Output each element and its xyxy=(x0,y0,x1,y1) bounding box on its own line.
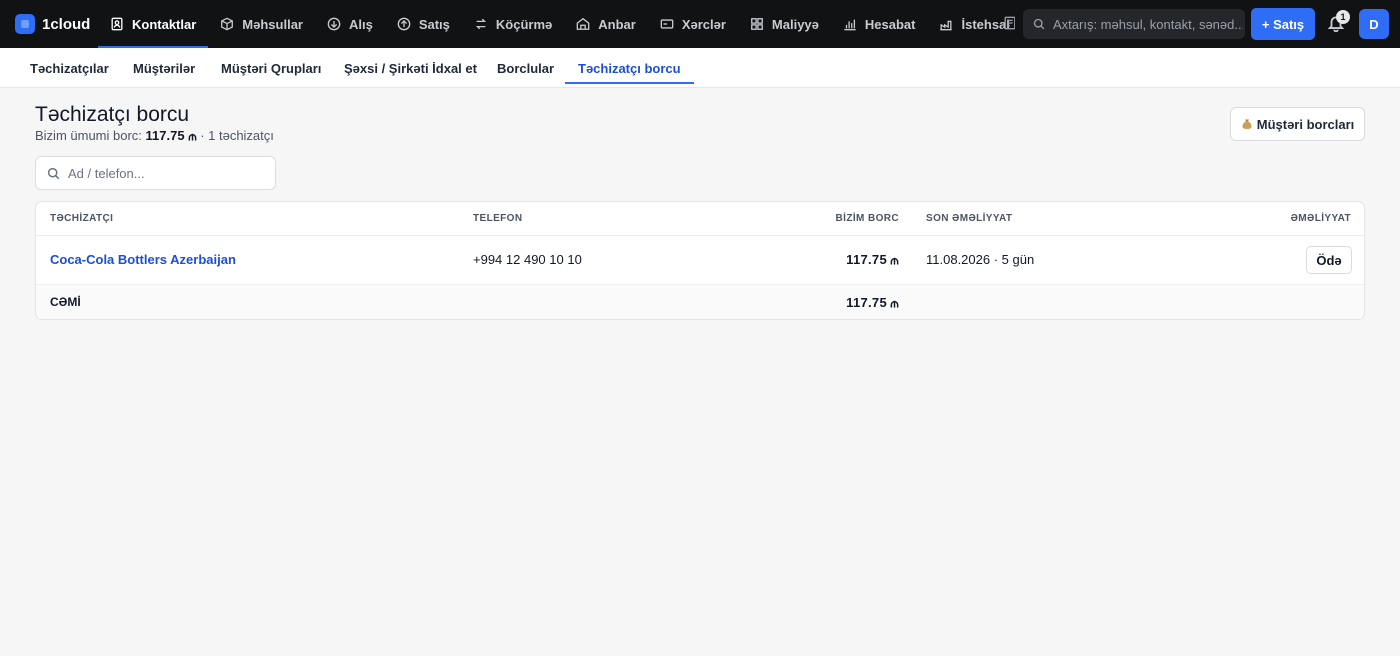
nav-item-anbar[interactable]: Anbar xyxy=(564,0,648,48)
nav-item-label: Maliyyə xyxy=(771,16,819,32)
manat-icon xyxy=(890,257,899,265)
last-operation: 11.08.2026 · 5 gün xyxy=(926,252,1035,267)
filter-search[interactable] xyxy=(35,156,276,190)
table-row: Coca-Cola Bottlers Azerbaijan +994 12 49… xyxy=(36,236,1364,285)
column-header-phone: TELEFON xyxy=(473,213,523,224)
nav-item-kontaktlar[interactable]: Kontaktlar xyxy=(98,0,209,48)
search-input[interactable] xyxy=(1053,16,1243,32)
subtitle-prefix: Bizim ümumi borc: xyxy=(35,128,146,143)
filter-input[interactable] xyxy=(68,165,268,181)
supplier-link[interactable]: Coca-Cola Bottlers Azerbaijan xyxy=(50,252,236,267)
contacts-subnav: Təchizatçılar Müştərilər Müştəri Qruplar… xyxy=(0,48,1400,88)
nav-item-label: Köçürmə xyxy=(495,16,553,32)
nav-item-satis[interactable]: Satış xyxy=(385,0,462,48)
bar-chart-icon xyxy=(844,19,856,31)
column-header-debt: BİZİM BORC xyxy=(835,213,899,224)
money-bag-icon xyxy=(1242,119,1252,129)
warehouse-icon xyxy=(576,17,590,30)
tab-techizatcilar[interactable]: Təchizatçılar xyxy=(30,48,109,88)
manat-icon xyxy=(188,133,196,141)
total-label: CƏMİ xyxy=(50,295,81,309)
nav-item-hesabat[interactable]: Hesabat xyxy=(831,0,928,48)
top-navbar: 1cloud Kontaktlar Məhsullar Alış Satış K… xyxy=(0,0,1400,48)
column-header-action: ƏMƏLİYYAT xyxy=(1290,213,1351,224)
contacts-icon xyxy=(111,17,123,31)
table-header: TƏCHİZATÇI TELEFON BİZİM BORC SON ƏMƏLİY… xyxy=(36,202,1364,236)
tab-idxal[interactable]: Şəxsi / Şirkəti İdxal et xyxy=(344,48,477,88)
new-sale-button[interactable]: + Satış xyxy=(1251,8,1315,40)
circle-arrow-down-icon xyxy=(327,17,341,31)
circle-arrow-up-icon xyxy=(397,17,411,31)
tab-borclular[interactable]: Borclular xyxy=(497,48,554,88)
debt-value: 117.75 xyxy=(846,252,887,267)
box-icon xyxy=(221,17,234,31)
nav-item-label: Satış xyxy=(418,16,450,32)
supplier-phone: +994 12 490 10 10 xyxy=(473,252,582,267)
tab-techizatci-borcu[interactable]: Təchizatçı borcu xyxy=(565,48,694,88)
subtitle-suffix: · 1 təchizatçı xyxy=(196,128,274,143)
nav-item-xercler[interactable]: Xərclər xyxy=(648,0,738,48)
nav-item-maliyye[interactable]: Maliyyə xyxy=(738,0,831,48)
total-debt: 117.75 xyxy=(846,295,899,310)
nav-item-label: Məhsullar xyxy=(242,16,303,32)
supplier-debt-table: TƏCHİZATÇI TELEFON BİZİM BORC SON ƏMƏLİY… xyxy=(35,201,1365,320)
total-debt-value: 117.75 xyxy=(846,295,887,310)
nav-item-label: Hesabat xyxy=(864,16,916,32)
notifications-badge: 1 xyxy=(1336,10,1350,24)
pay-button[interactable]: Ödə xyxy=(1306,246,1352,274)
page-subtitle: Bizim ümumi borc: 117.75 · 1 təchizatçı xyxy=(35,128,274,143)
nav-item-kocurme[interactable]: Köçürmə xyxy=(462,0,564,48)
nav-item-overflow-icon[interactable] xyxy=(1003,16,1015,30)
tab-musteriler[interactable]: Müştərilər xyxy=(133,48,195,88)
column-header-last-operation: SON ƏMƏLİYYAT xyxy=(926,213,1013,224)
transfer-icon xyxy=(475,18,486,30)
customer-debts-label: Müştəri borcları xyxy=(1256,116,1355,132)
total-debt-amount: 117.75 xyxy=(145,128,185,143)
global-search[interactable] xyxy=(1023,9,1245,39)
nav-item-alis[interactable]: Alış xyxy=(315,0,385,48)
brand[interactable]: 1cloud xyxy=(15,14,97,34)
avatar[interactable]: D xyxy=(1359,9,1389,39)
tab-musteri-qruplari[interactable]: Müştəri Qrupları xyxy=(221,48,321,88)
grid-icon xyxy=(751,18,763,30)
nav-item-mehsullar[interactable]: Məhsullar xyxy=(208,0,315,48)
wallet-icon xyxy=(660,19,674,29)
nav-item-label: Alış xyxy=(348,16,373,32)
nav-item-label: Xərclər xyxy=(681,16,726,32)
manat-icon xyxy=(890,300,899,308)
factory-icon xyxy=(940,20,953,31)
page-title: Təchizatçı borcu xyxy=(35,103,190,126)
column-header-supplier: TƏCHİZATÇI xyxy=(50,213,114,224)
brand-logo-icon xyxy=(15,14,35,34)
brand-name: 1cloud xyxy=(42,15,91,33)
nav-item-label: Anbar xyxy=(598,16,636,32)
table-total-row: CƏMİ 117.75 xyxy=(36,285,1364,319)
customer-debts-button[interactable]: Müştəri borcları xyxy=(1230,107,1365,141)
search-icon xyxy=(47,167,60,179)
nav-item-label: Kontaktlar xyxy=(132,16,197,32)
supplier-debt: 117.75 xyxy=(846,252,899,267)
search-icon xyxy=(1033,18,1045,30)
main-nav: Kontaktlar Məhsullar Alış Satış Köçürmə … xyxy=(98,0,1022,48)
